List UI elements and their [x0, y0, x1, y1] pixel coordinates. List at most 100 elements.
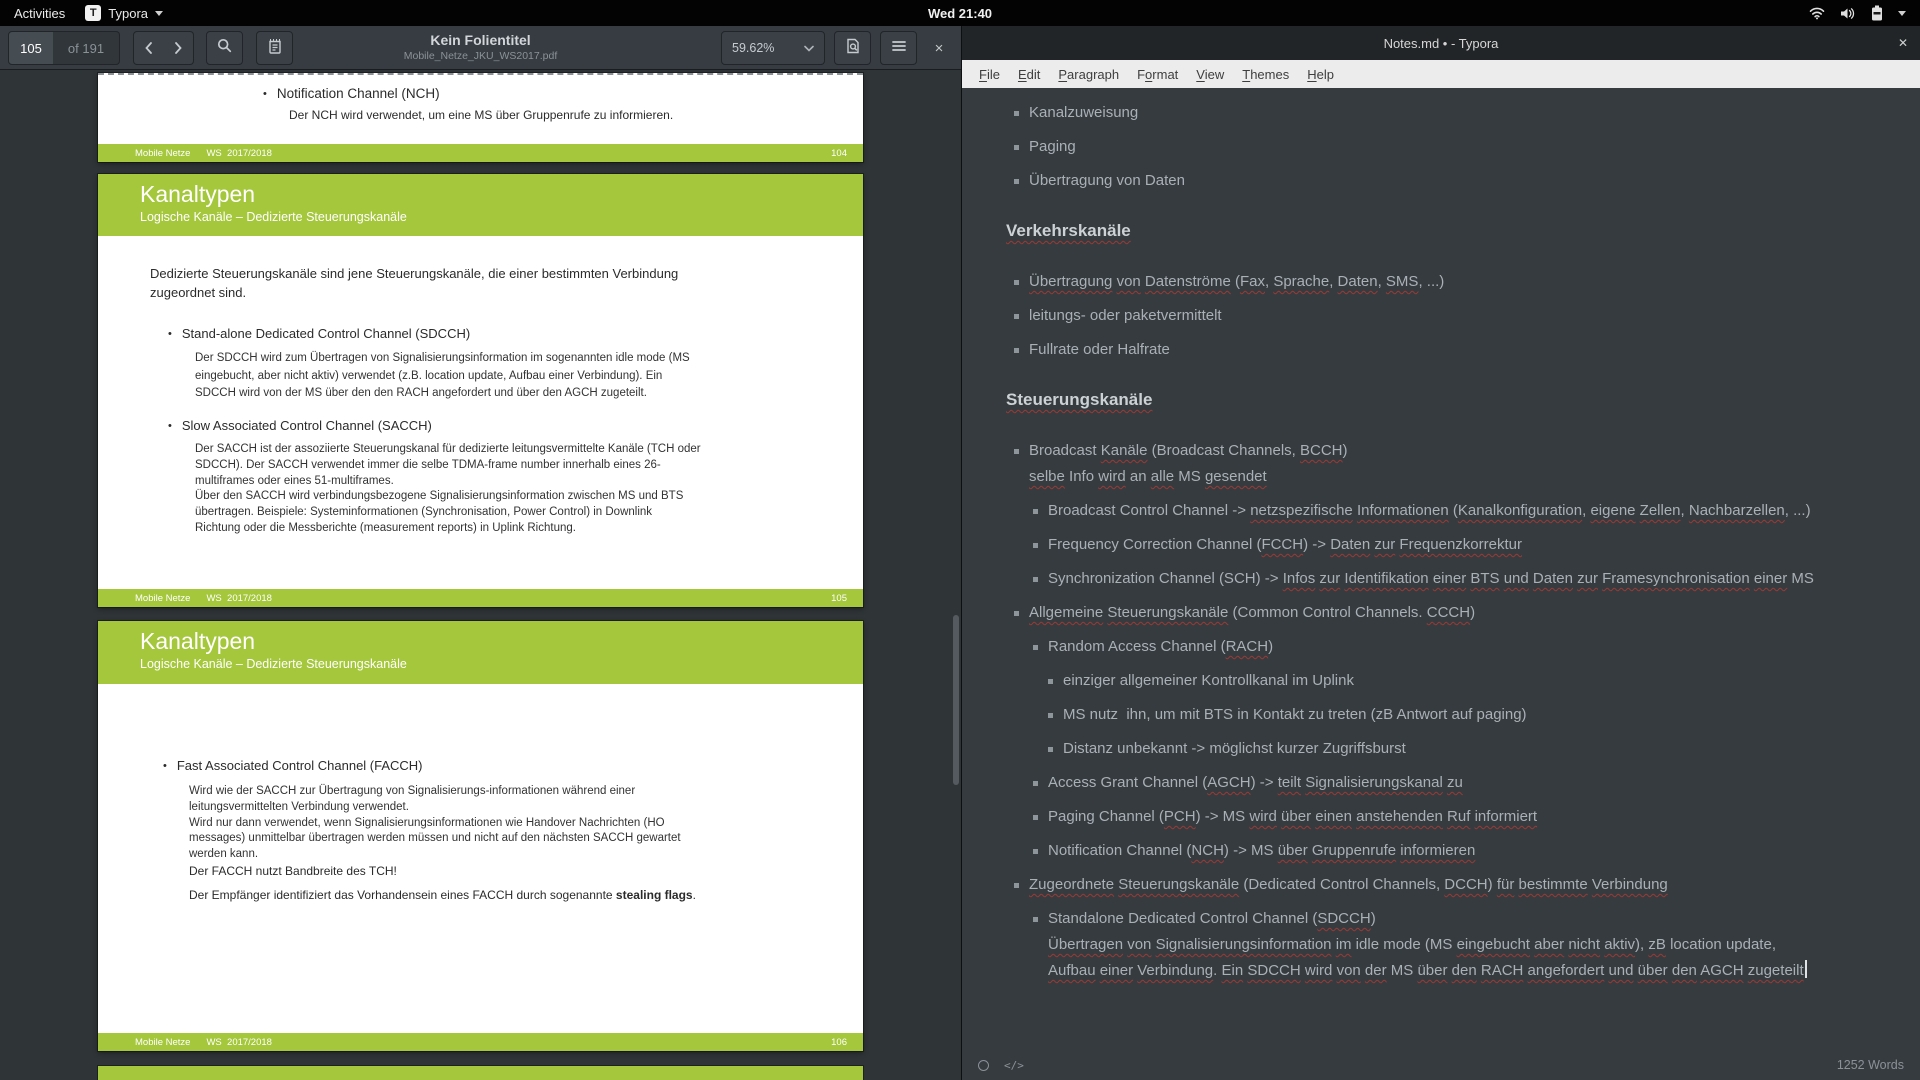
typora-text-line: Fullrate oder Halfrate: [1029, 337, 1170, 363]
clock[interactable]: Wed 21:40: [928, 0, 992, 26]
typora-text-line: Frequency Correction Channel (FCCH) -> D…: [1048, 532, 1522, 558]
misspelled-word: einer: [1433, 570, 1466, 587]
typora-list-item[interactable]: Synchronization Channel (SCH) -> Infos z…: [1006, 566, 1892, 592]
misspelled-word: gesendet: [1205, 468, 1267, 485]
typora-list-item[interactable]: einziger allgemeiner Kontrollkanal im Up…: [1006, 668, 1892, 694]
previous-page-button[interactable]: [133, 31, 164, 65]
typora-editor[interactable]: Kanalzuweisung Paging Übertragung von Date…: [962, 88, 1920, 1050]
activities-button[interactable]: Activities: [14, 6, 65, 21]
footer-term: WS 2017/2018: [206, 148, 272, 159]
system-status-area[interactable]: [1809, 5, 1920, 21]
text-cursor: [1805, 960, 1807, 978]
menu-edit[interactable]: Edit: [1009, 67, 1049, 82]
volume-icon: [1840, 7, 1856, 20]
typora-text-line: Standalone Dedicated Control Channel (SD…: [1048, 906, 1807, 932]
typora-text-line: Paging Channel (PCH) -> MS wird über ein…: [1048, 804, 1537, 830]
zoom-level-dropdown[interactable]: 59.62%: [721, 31, 825, 65]
typora-list-item[interactable]: Standalone Dedicated Control Channel (SD…: [1006, 906, 1892, 984]
misspelled-word: bestimmte: [1519, 876, 1588, 893]
outline-circle-icon[interactable]: [978, 1060, 989, 1071]
typora-titlebar[interactable]: Notes.md • - Typora ✕: [962, 26, 1920, 60]
typora-text-line: Aufbau einer Verbindung. Ein SDCCH wird …: [1048, 958, 1807, 984]
menu-file[interactable]: File: [970, 67, 1009, 82]
typora-list-item[interactable]: Access Grant Channel (AGCH) -> teilt Sig…: [1006, 770, 1892, 796]
page-magnifier-icon: [846, 38, 860, 59]
misspelled-word: zur: [1319, 570, 1340, 587]
typora-close-button[interactable]: ✕: [1898, 26, 1908, 60]
typora-list-item[interactable]: Notification Channel (NCH) -> MS über Gr…: [1006, 838, 1892, 864]
slide-subtitle: Logische Kanäle – Dedizierte Steuerungsk…: [140, 656, 863, 673]
misspelled-word: von: [1337, 962, 1361, 979]
window-menu-button[interactable]: [880, 31, 917, 65]
typora-list-item[interactable]: leitungs- oder paketvermittelt: [1006, 303, 1892, 329]
misspelled-word: informiert: [1475, 808, 1538, 825]
next-page-button[interactable]: [163, 31, 194, 65]
misspelled-word: CCCH: [1427, 604, 1470, 621]
misspelled-word: BTS: [1470, 570, 1499, 587]
typora-list-item[interactable]: Übertragung von Datenströme (Fax, Sprach…: [1006, 269, 1892, 295]
slide-105-bullet1-text: Der SDCCH wird zum Übertragen von Signal…: [195, 350, 690, 403]
bullet-square-icon: [1033, 577, 1038, 582]
focused-app-menu[interactable]: T Typora: [85, 5, 163, 21]
bullet-square-icon: [1014, 348, 1019, 353]
misspelled-word: über: [1278, 842, 1308, 859]
source-code-mode-icon[interactable]: </>: [1004, 1059, 1024, 1072]
bullet-square-icon: [1033, 917, 1038, 922]
menu-themes[interactable]: Themes: [1233, 67, 1298, 82]
typora-list-item[interactable]: Random Access Channel (RACH): [1006, 634, 1892, 660]
pdf-canvas[interactable]: •Notification Channel (NCH) Der NCH wird…: [0, 70, 961, 1080]
typora-list-item[interactable]: Kanalzuweisung: [1006, 100, 1892, 126]
slide-subtitle: Logische Kanäle – Dedizierte Steuerungsk…: [140, 209, 863, 226]
menu-help[interactable]: Help: [1298, 67, 1343, 82]
typora-list-item[interactable]: Zugeordnete Steuerungskanäle (Dedicated …: [1006, 872, 1892, 898]
typora-list-item[interactable]: Übertragung von Daten: [1006, 168, 1892, 194]
misspelled-word: selbe: [1029, 468, 1065, 485]
misspelled-word: wird: [1305, 962, 1333, 979]
misspelled-word: AGCH: [1207, 774, 1250, 791]
slide-104-bullet-text: Notification Channel (NCH): [277, 86, 440, 101]
typora-list-item[interactable]: Broadcast Kanäle (Broadcast Channels, BC…: [1006, 438, 1892, 490]
typora-heading[interactable]: Verkehrskanäle: [1006, 202, 1892, 269]
misspelled-word: SMS: [1386, 273, 1419, 290]
misspelled-word: Daten: [1533, 570, 1573, 587]
misspelled-word: Übertragen: [1048, 936, 1123, 953]
typora-heading[interactable]: Steuerungskanäle: [1006, 371, 1892, 438]
footer-course: Mobile Netze: [135, 148, 190, 159]
typora-list-item[interactable]: Paging Channel (PCH) -> MS wird über ein…: [1006, 804, 1892, 830]
search-button[interactable]: [206, 31, 243, 65]
misspelled-word: zur: [1577, 570, 1598, 587]
misspelled-word: Framesynchronisation: [1602, 570, 1750, 587]
slide-footer: Mobile Netze WS 2017/2018 104: [98, 144, 863, 162]
footer-term: WS 2017/2018: [206, 1037, 272, 1048]
fit-page-button[interactable]: [834, 31, 871, 65]
menu-paragraph[interactable]: Paragraph: [1049, 67, 1128, 82]
menu-view[interactable]: View: [1187, 67, 1233, 82]
typora-statusbar: </> 1252 Words: [962, 1050, 1920, 1080]
menu-format[interactable]: Format: [1128, 67, 1187, 82]
misspelled-word: Kanäle: [1101, 442, 1148, 459]
typora-list-item[interactable]: Frequency Correction Channel (FCCH) -> D…: [1006, 532, 1892, 558]
pdf-window-close-button[interactable]: ×: [923, 31, 955, 65]
slide-bullet-dot: •: [263, 88, 267, 100]
typora-text-line: Paging: [1029, 134, 1076, 160]
misspelled-word: über: [1638, 962, 1668, 979]
footer-term: WS 2017/2018: [206, 593, 272, 604]
page-number-input[interactable]: 105: [8, 31, 54, 65]
misspelled-word: aber: [1534, 936, 1564, 953]
typora-list-item[interactable]: Distanz unbekannt -> möglichst kurzer Zu…: [1006, 736, 1892, 762]
slide-footer: Mobile Netze WS 2017/2018 105: [98, 589, 863, 607]
misspelled-word: und: [1504, 570, 1529, 587]
misspelled-word: aktiv: [1604, 936, 1635, 953]
pdf-scrollbar[interactable]: [953, 615, 959, 785]
typora-text-line: Kanalzuweisung: [1029, 100, 1138, 126]
typora-list-item[interactable]: Fullrate oder Halfrate: [1006, 337, 1892, 363]
typora-list-item[interactable]: Broadcast Control Channel -> netzspezifi…: [1006, 498, 1892, 524]
misspelled-word: RACH: [1481, 962, 1524, 979]
typora-list-item[interactable]: Paging: [1006, 134, 1892, 160]
zoom-level-value: 59.62%: [732, 41, 774, 55]
gnome-top-bar: Activities T Typora Wed 21:40: [0, 0, 1920, 26]
typora-list-item[interactable]: Allgemeine Steuerungskanäle (Common Cont…: [1006, 600, 1892, 626]
stealing-flags-bold: stealing flags: [616, 888, 693, 902]
typora-list-item[interactable]: MS nutz ihn, um mit BTS in Kontakt zu tr…: [1006, 702, 1892, 728]
document-titlebar[interactable]: Kein Folientitel Mobile_Netze_JKU_WS2017…: [271, 31, 691, 63]
